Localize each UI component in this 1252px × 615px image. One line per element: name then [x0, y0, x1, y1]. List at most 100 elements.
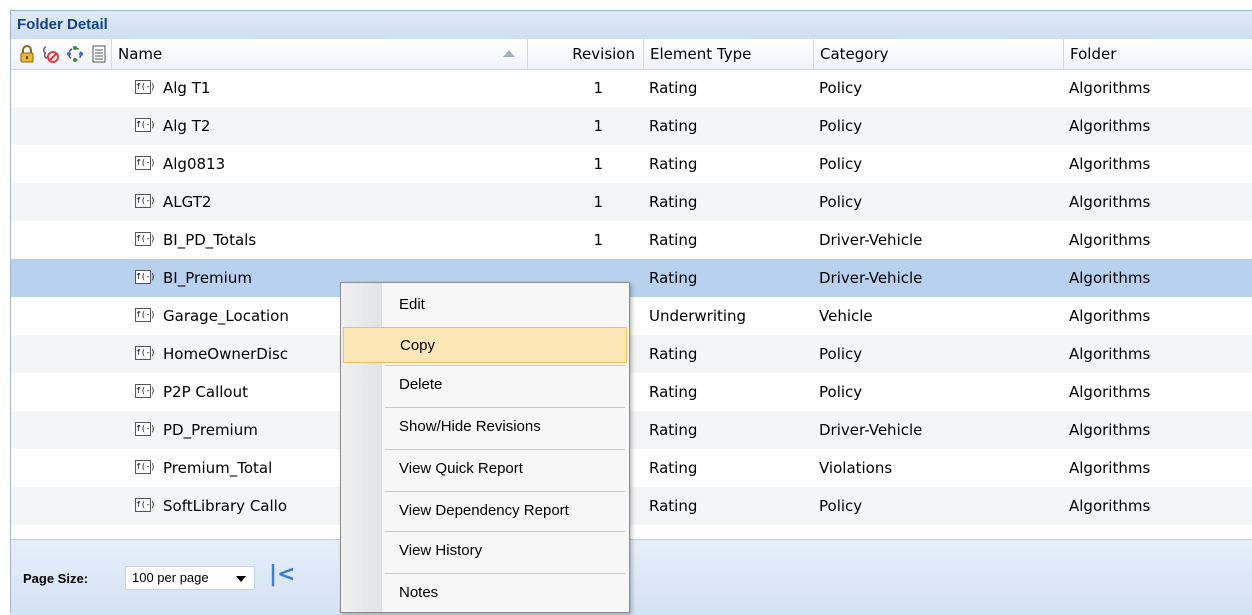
table-row[interactable]: f(-) PD_Premium Rating Driver-Vehicle Algori… [11, 411, 1252, 449]
cell-folder: Algorithms [1069, 307, 1151, 325]
cell-name: BI_PD_Totals [163, 231, 257, 249]
column-header-folder-label: Folder [1070, 45, 1117, 63]
function-icon: f(-) [135, 232, 155, 246]
cell-folder: Algorithms [1069, 193, 1151, 211]
checkout-icon[interactable] [41, 44, 61, 64]
cell-category: Driver-Vehicle [819, 421, 923, 439]
first-page-icon[interactable]: |< [269, 562, 295, 587]
cell-element-type: Rating [649, 421, 698, 439]
cell-category: Policy [819, 383, 863, 401]
panel-title: Folder Detail [11, 11, 1252, 40]
top-strip [0, 0, 1252, 10]
cell-element-type: Rating [649, 459, 698, 477]
table-row[interactable]: f(-) BI_Premium Rating Driver-Vehicle Algori… [11, 259, 1252, 297]
cell-element-type: Rating [649, 117, 698, 135]
lock-icon[interactable] [17, 44, 37, 64]
table-row[interactable]: f(-) HomeOwnerDisc Rating Policy Algorithms [11, 335, 1252, 373]
cell-category: Driver-Vehicle [819, 231, 923, 249]
cell-element-type: Rating [649, 269, 698, 287]
refresh-icon[interactable] [65, 44, 85, 64]
cell-category: Policy [819, 193, 863, 211]
menu-item-show-hide-revisions[interactable]: Show/Hide Revisions [343, 409, 627, 445]
sort-ascending-icon [503, 50, 515, 57]
cell-element-type: Rating [649, 193, 698, 211]
menu-item-view-quick-report[interactable]: View Quick Report [343, 451, 627, 487]
function-icon: f(-) [135, 384, 155, 398]
function-icon: f(-) [135, 194, 155, 208]
cell-name: ALGT2 [163, 193, 212, 211]
menu-separator [385, 491, 625, 492]
table-row[interactable]: f(-) ALGT2 1 Rating Policy Algorithms [11, 183, 1252, 221]
menu-separator [385, 449, 625, 450]
cell-category: Violations [819, 459, 893, 477]
cell-element-type: Rating [649, 383, 698, 401]
grid-header: Name Revision Element Type Category Fold… [11, 39, 1252, 70]
cell-category: Driver-Vehicle [819, 269, 923, 287]
page-size-select[interactable]: 100 per page [125, 566, 255, 590]
cell-category: Policy [819, 497, 863, 515]
column-header-name-label: Name [118, 45, 163, 63]
column-header-folder[interactable]: Folder [1063, 39, 1252, 69]
menu-separator [385, 531, 625, 532]
table-row[interactable]: f(-) Alg T2 1 Rating Policy Algorithms [11, 107, 1252, 145]
menu-item-notes[interactable]: Notes [343, 575, 627, 611]
menu-separator [385, 573, 625, 574]
cell-folder: Algorithms [1069, 269, 1151, 287]
cell-element-type: Rating [649, 79, 698, 97]
column-header-element-type-label: Element Type [650, 45, 752, 63]
folder-detail-panel: Folder Detail Name Revision Element Type… [10, 10, 1252, 615]
pager: Page Size: 100 per page |< [11, 539, 1252, 615]
cell-folder: Algorithms [1069, 345, 1151, 363]
chevron-down-icon [236, 576, 246, 582]
details-icon[interactable] [89, 44, 109, 64]
cell-revision: 1 [593, 79, 603, 97]
column-header-revision[interactable]: Revision [527, 39, 643, 69]
cell-revision: 1 [593, 193, 603, 211]
menu-item-copy[interactable]: Copy [343, 327, 627, 363]
table-row[interactable]: f(-) Premium_Total Rating Violations Algorit… [11, 449, 1252, 487]
function-icon: f(-) [135, 498, 155, 512]
cell-revision: 1 [593, 155, 603, 173]
function-icon: f(-) [135, 422, 155, 436]
cell-folder: Algorithms [1069, 231, 1151, 249]
cell-category: Policy [819, 79, 863, 97]
table-row[interactable]: f(-) Alg0813 1 Rating Policy Algorithms [11, 145, 1252, 183]
table-row[interactable]: f(-) P2P Callout Rating Policy Algorithms [11, 373, 1252, 411]
function-icon: f(-) [135, 270, 155, 284]
table-row[interactable]: f(-) Alg T1 1 Rating Policy Algorithms [11, 69, 1252, 107]
cell-category: Vehicle [819, 307, 873, 325]
table-row[interactable]: f(-) Garage_Location Underwriting Vehicle Al… [11, 297, 1252, 335]
cell-folder: Algorithms [1069, 421, 1151, 439]
cell-category: Policy [819, 117, 863, 135]
cell-category: Policy [819, 155, 863, 173]
context-menu: Edit Copy Delete Show/Hide Revisions View Qu… [340, 282, 630, 613]
page-size-label: Page Size: [23, 571, 89, 586]
menu-item-edit[interactable]: Edit [343, 287, 627, 323]
menu-item-view-dependency-report[interactable]: View Dependency Report [343, 493, 627, 529]
cell-element-type: Rating [649, 345, 698, 363]
cell-folder: Algorithms [1069, 117, 1151, 135]
column-header-name[interactable]: Name [111, 39, 527, 69]
menu-separator [385, 365, 625, 366]
table-row[interactable]: f(-) SoftLibrary Callo Rating Policy Algorit… [11, 487, 1252, 525]
menu-item-view-history[interactable]: View History [343, 533, 627, 569]
cell-name: Alg0813 [163, 155, 226, 173]
cell-folder: Algorithms [1069, 497, 1151, 515]
column-header-element-type[interactable]: Element Type [643, 39, 813, 69]
function-icon: f(-) [135, 308, 155, 322]
column-header-category[interactable]: Category [813, 39, 1063, 69]
cell-folder: Algorithms [1069, 383, 1151, 401]
column-header-revision-label: Revision [572, 45, 635, 63]
cell-folder: Algorithms [1069, 155, 1151, 173]
cell-element-type: Rating [649, 155, 698, 173]
page-size-value: 100 per page [132, 570, 209, 585]
menu-item-delete[interactable]: Delete [343, 367, 627, 403]
column-header-category-label: Category [820, 45, 889, 63]
table-row[interactable]: f(-) BI_PD_Totals 1 Rating Driver-Vehicle Alg… [11, 221, 1252, 259]
function-icon: f(-) [135, 156, 155, 170]
function-icon: f(-) [135, 80, 155, 94]
cell-folder: Algorithms [1069, 79, 1151, 97]
cell-element-type: Rating [649, 497, 698, 515]
cell-folder: Algorithms [1069, 459, 1151, 477]
cell-name: Alg T1 [163, 79, 211, 97]
